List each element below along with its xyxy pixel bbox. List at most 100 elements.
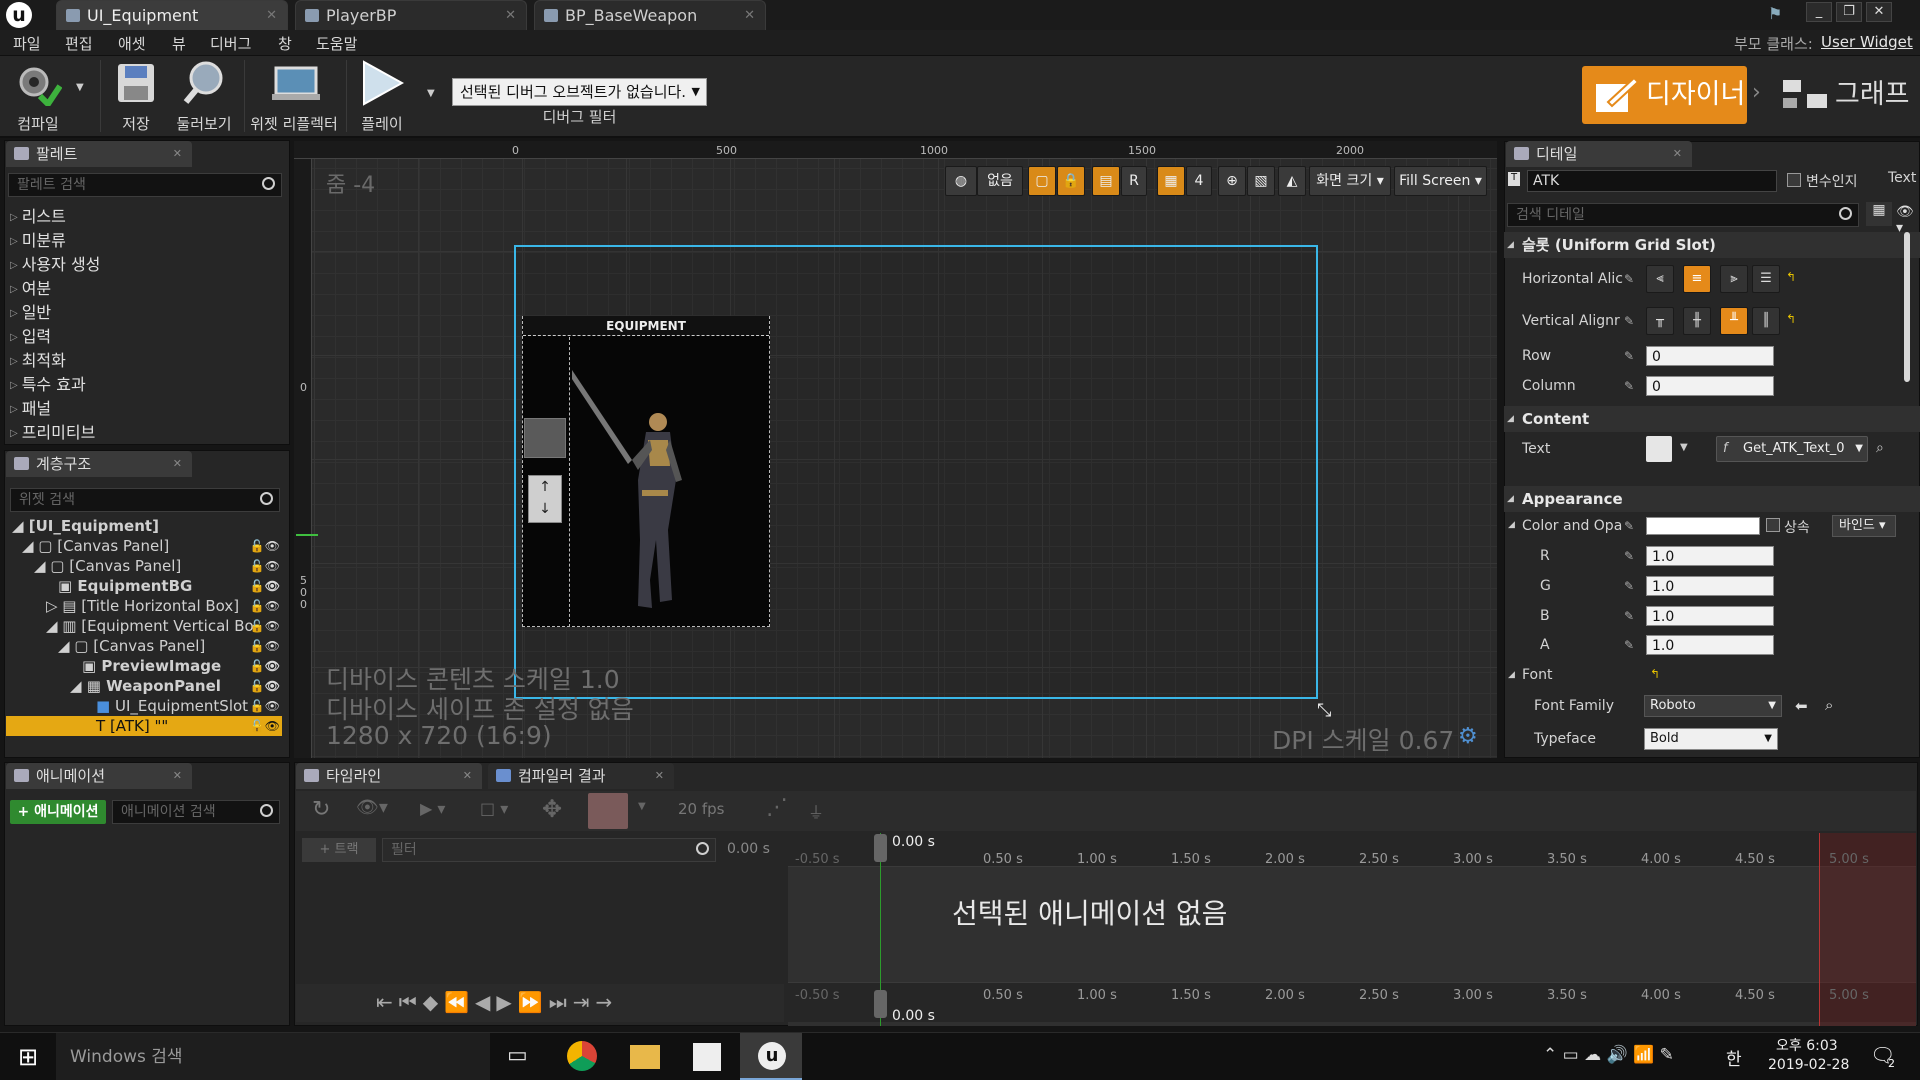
add-animation-button[interactable]: + 애니메이션 [10, 800, 106, 824]
close-tab-icon[interactable]: ✕ [655, 763, 664, 789]
palette-category-special-effects[interactable]: 특수 효과 [10, 371, 86, 395]
v-align-fill-button[interactable]: ║ [1752, 307, 1780, 335]
ime-indicator[interactable]: 한 [1726, 1045, 1742, 1070]
reset-arrow-icon[interactable]: ↰ [1786, 312, 1796, 326]
h-align-fill-button[interactable]: ☰ [1752, 265, 1780, 293]
lock-icon[interactable]: 🔒 [1057, 166, 1085, 196]
hierarchy-row[interactable]: ◢ ▥ [Equipment Vertical Bo 🔓👁 [6, 616, 282, 636]
h-align-right-button[interactable]: ⫸ [1720, 265, 1748, 293]
details-search-input[interactable]: 검색 디테일 [1507, 203, 1859, 227]
designer-mode-button[interactable]: 디자이너 [1582, 66, 1747, 124]
hierarchy-row[interactable]: ◢ ▢ [Canvas Panel] 🔓👁 [6, 556, 282, 576]
respect-locks-button[interactable]: R [1121, 166, 1147, 196]
h-align-center-button[interactable]: ≡ [1683, 265, 1711, 293]
eye-icon[interactable]: 👁▾ [356, 797, 388, 818]
tab-bp-baseweapon[interactable]: BP_BaseWeapon ✕ [534, 0, 766, 30]
text-multiline-icon[interactable] [1646, 436, 1672, 462]
curve-icon[interactable]: ⋰ [766, 795, 788, 820]
expand-arrow-icon[interactable]: ◢ [1508, 520, 1515, 530]
close-tab-icon[interactable]: ✕ [173, 763, 182, 789]
property-binding-icon[interactable]: ✎ [1624, 609, 1634, 623]
outline-toggle-icon[interactable]: ▢ [1028, 166, 1056, 196]
screen-size-dropdown[interactable]: 화면 크기 ▾ [1309, 166, 1391, 196]
widget-search-input[interactable]: 위젯 검색 [10, 488, 280, 512]
details-scrollbar[interactable] [1904, 232, 1910, 382]
menu-debug[interactable]: 디버그 [210, 33, 251, 54]
playhead-handle[interactable] [874, 834, 887, 862]
lock-eye-icon[interactable]: 🔓👁 [250, 556, 280, 576]
zoom-fit-icon[interactable]: ⊕ [1218, 166, 1246, 196]
reset-arrow-icon[interactable]: ↰ [1650, 667, 1660, 681]
clock-date[interactable]: 2019-02-28 [1768, 1057, 1849, 1073]
palette-category-list[interactable]: 리스트 [10, 203, 66, 227]
close-tab-icon[interactable]: ✕ [463, 763, 472, 789]
compile-button[interactable]: 컴파일 [6, 56, 70, 136]
unreal-taskbar-button[interactable]: u [740, 1033, 802, 1080]
palette-category-optimization[interactable]: 최적화 [10, 347, 66, 371]
palette-category-primitive[interactable]: 프리미티브 [10, 419, 96, 443]
lock-eye-icon[interactable]: 🔓👁 [250, 576, 280, 596]
row-input[interactable]: 0 [1646, 346, 1774, 366]
inherit-checkbox[interactable] [1766, 518, 1780, 532]
close-tab-icon[interactable]: ✕ [505, 1, 516, 30]
palette-category-user-created[interactable]: 사용자 생성 [10, 251, 101, 275]
font-family-dropdown[interactable]: Roboto ▼ [1644, 695, 1782, 717]
refresh-icon[interactable]: ↻ [312, 797, 330, 822]
palette-search-input[interactable]: 팔레트 검색 [8, 173, 282, 197]
close-tab-icon[interactable]: ✕ [266, 1, 277, 30]
property-binding-icon[interactable]: ✎ [1624, 272, 1634, 286]
grid-snap-icon[interactable]: ▦ [1157, 166, 1185, 196]
hierarchy-row[interactable]: ▣ PreviewImage 🔓👁 [6, 656, 282, 676]
v-align-center-button[interactable]: ╫ [1683, 307, 1711, 335]
palette-category-panel[interactable]: 패널 [10, 395, 51, 419]
lock-eye-icon[interactable]: 🔓👁 [250, 636, 280, 656]
store-icon[interactable] [693, 1043, 721, 1071]
equipment-slot[interactable] [524, 418, 566, 458]
grid-snap-value[interactable]: 4 [1186, 166, 1212, 196]
palette-category-input[interactable]: 입력 [10, 323, 51, 347]
tab-playerbp[interactable]: PlayerBP ✕ [295, 0, 527, 30]
hierarchy-row[interactable]: ◢ ▦ WeaponPanel 🔓👁 [6, 676, 282, 696]
parent-class-link[interactable]: User Widget [1821, 33, 1913, 51]
play-options-chevron-icon[interactable]: ▼ [427, 88, 435, 99]
settings-gear-icon[interactable]: ⚙ [1458, 724, 1478, 749]
key-icon[interactable] [588, 793, 628, 829]
menu-window[interactable]: 창 [278, 33, 292, 54]
compiler-results-tab[interactable]: 컴파일러 결과 ✕ [488, 763, 674, 789]
property-binding-icon[interactable]: ✎ [1624, 349, 1634, 363]
unreal-logo-icon[interactable]: u [6, 2, 32, 28]
animation-tab[interactable]: 애니메이션 ✕ [6, 763, 192, 789]
save-button[interactable]: 저장 [104, 56, 168, 136]
lock-eye-icon[interactable]: 🔓👁 [250, 536, 280, 556]
playback-buttons-icon[interactable]: ⇤⏮◆⏪◀▶⏩⏭⇥→ [376, 990, 618, 1014]
scroll-arrows-icon[interactable]: ↑ ↓ [528, 475, 562, 523]
v-align-bottom-button[interactable]: ╨ [1720, 307, 1748, 335]
close-window-button[interactable]: ✕ [1866, 2, 1892, 22]
property-binding-icon[interactable]: ✎ [1624, 379, 1634, 393]
browse-font-icon[interactable]: ⌕ [1825, 696, 1833, 714]
browse-binding-icon[interactable]: ⌕ [1876, 440, 1884, 456]
windows-start-icon[interactable]: ⊞ [18, 1043, 38, 1071]
world-icon[interactable]: ◍ [945, 166, 977, 196]
bind-dropdown[interactable]: 바인드 ▾ [1832, 515, 1896, 537]
property-binding-icon[interactable]: ✎ [1624, 519, 1634, 533]
windows-search-input[interactable]: Windows 검색 [56, 1033, 490, 1080]
r-input[interactable]: 1.0 [1646, 546, 1774, 566]
palette-category-extra[interactable]: 여분 [10, 275, 51, 299]
slot-section-header[interactable]: 슬롯 (Uniform Grid Slot) [1504, 232, 1920, 258]
typeface-dropdown[interactable]: Bold ▼ [1644, 728, 1778, 750]
hierarchy-row-selected[interactable]: T [ATK] "" 🔓👁 [6, 716, 282, 736]
palette-tab[interactable]: 팔레트 ✕ [6, 141, 192, 167]
transform-icon[interactable]: ✥ [542, 795, 562, 823]
graph-mode-button[interactable]: 그래프 [1775, 66, 1915, 124]
palette-category-uncategorized[interactable]: 미분류 [10, 227, 66, 251]
layout-icon[interactable]: ▤ [1092, 166, 1120, 196]
g-input[interactable]: 1.0 [1646, 576, 1774, 596]
property-binding-icon[interactable]: ✎ [1624, 549, 1634, 563]
track-filter-input[interactable]: 필터 [382, 838, 716, 862]
hierarchy-row[interactable]: ◢ ▢ [Canvas Panel] 🔓👁 [6, 536, 282, 556]
debug-object-select[interactable]: 선택된 디버그 오브젝트가 없습니다. ▼ [452, 78, 707, 106]
chevron-down-icon[interactable]: ▼ [1680, 442, 1688, 453]
widget-reflector-button[interactable]: 위젯 리플렉터 [248, 56, 340, 136]
grid-view-icon[interactable]: ▦ [1866, 202, 1892, 226]
